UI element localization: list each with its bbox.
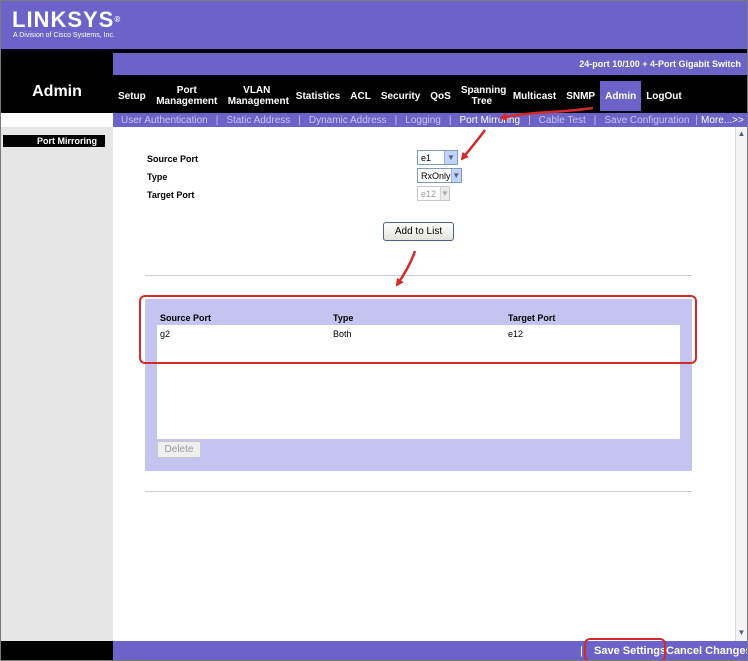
source-port-label: Source Port	[147, 154, 199, 164]
subnav-separator: |	[298, 114, 301, 126]
nav-statistics[interactable]: Statistics	[291, 91, 345, 102]
nav-acl[interactable]: ACL	[345, 91, 376, 102]
footer-separator: |	[580, 645, 583, 657]
cell-target-port[interactable]: e12	[508, 329, 523, 339]
nav-admin[interactable]: Admin	[600, 81, 642, 111]
target-port-label: Target Port	[147, 190, 195, 200]
cell-source-port[interactable]: g2	[160, 329, 170, 339]
subnav-cable-test[interactable]: Cable Test	[539, 115, 586, 126]
section-title: Admin	[32, 83, 82, 100]
save-settings-button[interactable]: Save Settings	[594, 645, 666, 657]
divider	[145, 491, 692, 492]
subnav-separator: |	[215, 114, 219, 126]
brand-bar: LINKSYS® A Division of Cisco Systems, In…	[1, 1, 747, 49]
subnav-static-address[interactable]: Static Address	[226, 115, 290, 126]
source-port-select[interactable]: e1 ▼	[417, 150, 458, 165]
cell-type[interactable]: Both	[333, 329, 352, 339]
footer-left	[1, 641, 113, 660]
main-nav: Setup Port Management VLAN Management St…	[113, 81, 687, 111]
target-port-value: e12	[421, 188, 437, 199]
nav-logout[interactable]: LogOut	[641, 91, 687, 102]
subnav-separator: |	[394, 114, 398, 126]
nav-vlan-management[interactable]: VLAN Management	[223, 85, 291, 107]
sub-nav: User Authentication | Static Address | D…	[113, 113, 747, 127]
add-to-list-button[interactable]: Add to List	[383, 222, 454, 241]
subnav-more[interactable]: More...>>	[701, 115, 744, 126]
cancel-changes-button[interactable]: Cancel Changes	[666, 645, 747, 657]
product-name: 24-port 10/100 + 4-Port Gigabit Switch	[113, 53, 747, 75]
subnav-separator: |	[695, 114, 699, 126]
type-label: Type	[147, 172, 168, 182]
nav-security[interactable]: Security	[376, 91, 425, 102]
footer-bar: | Save Settings Cancel Changes	[113, 641, 747, 660]
subnav-separator: |	[593, 114, 597, 126]
subnav-dynamic-address[interactable]: Dynamic Address	[309, 115, 387, 126]
subnav-user-authentication[interactable]: User Authentication	[121, 115, 208, 126]
scroll-up-icon[interactable]: ▲	[736, 128, 747, 140]
subnav-port-mirroring[interactable]: Port Mirroring	[459, 115, 520, 126]
type-value: RxOnly	[421, 170, 451, 181]
subnav-logging[interactable]: Logging	[405, 115, 441, 126]
chevron-down-icon: ▼	[450, 169, 461, 182]
app-window: LINKSYS® A Division of Cisco Systems, In…	[0, 0, 748, 661]
chevron-down-icon: ▼	[444, 151, 457, 164]
nav-qos[interactable]: QoS	[425, 91, 456, 102]
nav-port-management[interactable]: Port Management	[151, 85, 223, 107]
col-header-target-port: Target Port	[508, 313, 556, 323]
nav-setup[interactable]: Setup	[113, 91, 151, 102]
logo-text: LINKSYS	[12, 7, 115, 32]
logo-mark: ®	[114, 15, 122, 24]
nav-snmp[interactable]: SNMP	[561, 91, 600, 102]
subnav-separator: |	[448, 114, 452, 126]
chevron-down-icon: ▼	[440, 187, 449, 200]
nav-multicast[interactable]: Multicast	[508, 91, 561, 102]
logo-tagline: A Division of Cisco Systems, Inc.	[13, 32, 115, 39]
col-header-source-port: Source Port	[160, 313, 212, 323]
page-label: Port Mirroring	[3, 135, 105, 147]
mirror-table: Source Port Type Target Port g2 Both e12…	[145, 299, 692, 471]
divider	[145, 275, 692, 276]
subnav-save-configuration[interactable]: Save Configuration	[604, 115, 689, 126]
type-select[interactable]: RxOnly ▼	[417, 168, 462, 183]
linksys-logo: LINKSYS® A Division of Cisco Systems, In…	[12, 9, 121, 40]
table-body	[157, 325, 680, 439]
delete-button: Delete	[157, 441, 201, 458]
scroll-down-icon[interactable]: ▼	[736, 627, 747, 639]
nav-spanning-tree[interactable]: Spanning Tree	[456, 85, 508, 107]
left-panel: Port Mirroring	[1, 127, 113, 641]
target-port-select: e12 ▼	[417, 186, 450, 201]
subnav-separator: |	[528, 114, 531, 126]
source-port-value: e1	[421, 152, 432, 163]
col-header-type: Type	[333, 313, 354, 323]
vertical-scrollbar[interactable]: ▲ ▼	[735, 127, 747, 641]
content-area: Source Port e1 ▼ Type RxOnly ▼ Target Po…	[113, 127, 735, 641]
